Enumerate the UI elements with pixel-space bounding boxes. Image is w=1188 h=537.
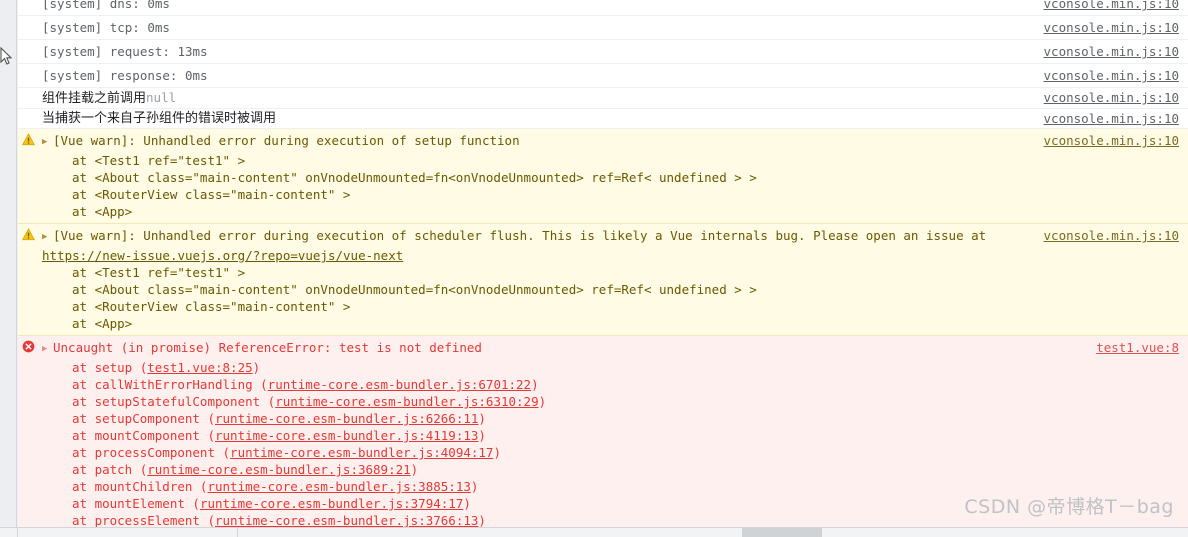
error-stack-fn: at callWithErrorHandling ( [72, 377, 268, 392]
error-stack-paren: ) [538, 394, 547, 409]
error-stack-line: at setup (test1.vue:8:25) [42, 359, 1084, 376]
error-stack-fn: at setupStatefulComponent ( [72, 394, 276, 409]
warning-stack-line: at <About class="main-content" onVnodeUn… [72, 282, 757, 297]
console-row-source-link[interactable]: vconsole.min.js:10 [1044, 0, 1180, 12]
error-stack-fn: at patch ( [72, 462, 148, 477]
error-stack-paren: ) [478, 513, 486, 527]
console-row-log[interactable]: 当捕获一个来自子孙组件的错误时被调用 vconsole.min.js:10 [18, 109, 1188, 129]
error-stack-paren: ) [478, 411, 486, 426]
error-stack-paren: ) [531, 377, 539, 392]
status-bar-segment [18, 528, 237, 537]
console-row-log[interactable]: 组件挂载之前调用null vconsole.min.js:10 [18, 88, 1188, 109]
console-row-system[interactable]: [system] tcp: 0ms vconsole.min.js:10 [18, 16, 1188, 40]
console-row-arg: null [146, 90, 177, 105]
error-stack-fn: at setup ( [72, 360, 148, 375]
error-stack-fn: at mountElement ( [72, 496, 200, 511]
error-stack-source-link[interactable]: runtime-core.esm-bundler.js:6701:22 [268, 377, 531, 392]
error-stack-fn: at mountChildren ( [72, 479, 208, 494]
warning-headline: [Vue warn]: Unhandled error during execu… [53, 228, 994, 243]
error-stack-source-link[interactable]: runtime-core.esm-bundler.js:3766:13 [215, 513, 478, 527]
warning-triangle-icon [22, 228, 35, 241]
console-row-message: 当捕获一个来自子孙组件的错误时被调用 [42, 111, 277, 126]
error-stack-paren: ) [463, 496, 471, 511]
error-stack-line: at setupStatefulComponent (runtime-core.… [42, 393, 1084, 410]
error-stack-fn: at processElement ( [72, 513, 215, 527]
disclosure-triangle-icon[interactable]: ▶ [42, 134, 52, 151]
error-stack-source-link[interactable]: runtime-core.esm-bundler.js:3885:13 [207, 479, 470, 494]
error-stack-source-link[interactable]: runtime-core.esm-bundler.js:3689:21 [147, 462, 410, 477]
console-row-message: [system] tcp: 0ms [42, 20, 170, 35]
warning-stack-line: at <RouterView class="main-content" > [72, 299, 351, 314]
error-headline: Uncaught (in promise) ReferenceError: te… [53, 340, 482, 355]
status-bar-segment [237, 528, 238, 537]
error-stack-paren: ) [252, 360, 261, 375]
console-row-system[interactable]: [system] response: 0ms vconsole.min.js:1… [18, 64, 1188, 88]
console-row-system[interactable]: [system] request: 13ms vconsole.min.js:1… [18, 40, 1188, 64]
error-stack: at setup (test1.vue:8:25) at callWithErro… [42, 359, 1084, 527]
console-row-source-link[interactable]: vconsole.min.js:10 [1044, 43, 1180, 60]
error-stack-fn: at mountComponent ( [72, 428, 215, 443]
error-stack-source-link[interactable]: runtime-core.esm-bundler.js:3794:17 [200, 496, 463, 511]
error-stack-line: at callWithErrorHandling (runtime-core.e… [42, 376, 1084, 393]
error-stack-source-link[interactable]: runtime-core.esm-bundler.js:6266:11 [215, 411, 478, 426]
error-stack-line: at mountChildren (runtime-core.esm-bundl… [42, 478, 1084, 495]
console-row-text: 组件挂载之前调用 [42, 91, 147, 106]
error-stack-line: at mountElement (runtime-core.esm-bundle… [42, 495, 1084, 512]
error-circle-icon [22, 340, 35, 353]
error-stack-line: at mountComponent (runtime-core.esm-bund… [42, 427, 1084, 444]
console-row-source-link[interactable]: vconsole.min.js:10 [1044, 132, 1180, 149]
console-row-message: ▶ [Vue warn]: Unhandled error during exec… [18, 132, 1032, 220]
console-row-source-link[interactable]: vconsole.min.js:10 [1044, 89, 1180, 106]
console-row-source-link[interactable]: vconsole.min.js:10 [1044, 227, 1180, 244]
warning-stack-text: at <About class="main-content" onVnodeUn… [72, 170, 757, 185]
vuejs-issue-link-part1[interactable]: https://ne [42, 248, 117, 263]
error-stack-source-link[interactable]: test1.vue:8:25 [147, 360, 252, 375]
console-row-source-link[interactable]: vconsole.min.js:10 [1044, 110, 1180, 127]
console-row-message: ▶ [Vue warn]: Unhandled error during exec… [18, 227, 1032, 332]
console-row-warning[interactable]: ▶ [Vue warn]: Unhandled error during exec… [18, 129, 1188, 224]
error-stack-paren: ) [410, 462, 419, 477]
error-stack-paren: ) [478, 428, 486, 443]
devtools-console-screen: [system] dns: 0ms vconsole.min.js:10 [sy… [0, 0, 1188, 537]
error-stack-source-link[interactable]: runtime-core.esm-bundler.js:4119:13 [215, 428, 478, 443]
console-row-message: [system] request: 13ms [42, 44, 208, 59]
warning-stack-line: at <RouterView class="main-content" > [72, 187, 351, 202]
status-bar-scroll-thumb[interactable] [742, 528, 822, 537]
error-stack-source-link[interactable]: runtime-core.esm-bundler.js:6310:29 [275, 394, 538, 409]
watermark: CSDN @帝博格T－bag [964, 496, 1174, 518]
console-row-source-link[interactable]: test1.vue:8 [1096, 339, 1180, 356]
error-stack-source-link[interactable]: runtime-core.esm-bundler.js:4094:17 [230, 445, 493, 460]
error-stack-line: at processElement (runtime-core.esm-bund… [42, 512, 1084, 527]
warning-headline: [Vue warn]: Unhandled error during execu… [53, 133, 520, 148]
console-row-system[interactable]: [system] dns: 0ms vconsole.min.js:10 [18, 0, 1188, 16]
page-left-gutter [0, 0, 17, 527]
console-log-panel[interactable]: [system] dns: 0ms vconsole.min.js:10 [sy… [18, 0, 1188, 527]
error-stack-fn: at setupComponent ( [72, 411, 215, 426]
console-row-source-link[interactable]: vconsole.min.js:10 [1044, 67, 1180, 84]
disclosure-triangle-icon[interactable]: ▶ [42, 341, 52, 358]
console-row-message: 组件挂载之前调用null [18, 89, 1032, 107]
error-stack-paren: ) [470, 479, 479, 494]
error-stack-line: at processComponent (runtime-core.esm-bu… [42, 444, 1084, 461]
console-row-message: ▶ Uncaught (in promise) ReferenceError: t… [18, 339, 1084, 527]
warning-stack-line: at <App> [72, 204, 133, 219]
error-stack-line: at setupComponent (runtime-core.esm-bund… [42, 410, 1084, 427]
bottom-status-bar [0, 527, 1188, 537]
error-stack-paren: ) [493, 445, 501, 460]
console-row-message: [system] dns: 0ms [42, 0, 170, 11]
warning-stack-line: at <App> [72, 316, 133, 331]
console-row-source-link[interactable]: vconsole.min.js:10 [1044, 19, 1180, 36]
console-row-warning[interactable]: ▶ [Vue warn]: Unhandled error during exec… [18, 224, 1188, 336]
warning-triangle-icon [22, 133, 35, 146]
disclosure-triangle-icon[interactable]: ▶ [42, 229, 52, 246]
warning-stack-line: at <Test1 ref="test1" > [72, 153, 246, 168]
warning-stack-line: at <Test1 ref="test1" > [72, 265, 246, 280]
error-stack-line: at patch (runtime-core.esm-bundler.js:36… [42, 461, 1084, 478]
warning-stack-line: at <About class="main-content" onVnodeUn… [42, 169, 1032, 186]
vuejs-issue-link-part2[interactable]: w-issue.vuejs.org/?repo=vuejs/vue-next [117, 248, 403, 263]
console-row-message: [system] response: 0ms [42, 68, 208, 83]
status-bar-segment [0, 528, 18, 537]
error-stack-fn: at processComponent ( [72, 445, 231, 460]
